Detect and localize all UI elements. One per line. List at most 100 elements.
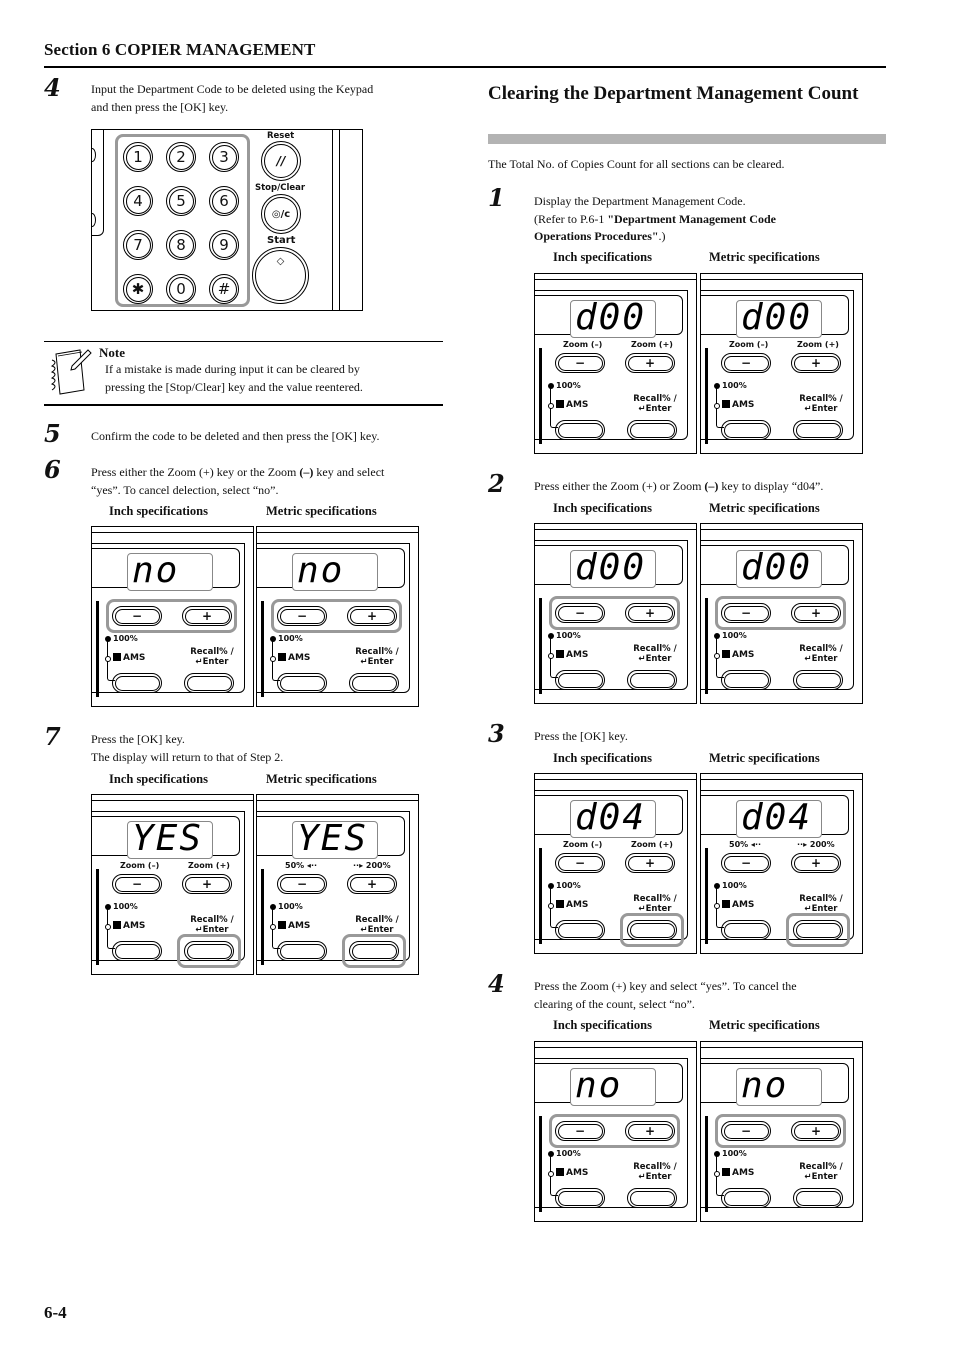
zoom-plus-key[interactable]: + xyxy=(791,603,841,623)
ams-key[interactable] xyxy=(277,673,327,693)
recall-enter-key[interactable] xyxy=(349,941,399,961)
ams-key[interactable] xyxy=(277,941,327,961)
metric-spec-label: Metric specifications xyxy=(709,1018,820,1032)
recall-enter-key[interactable] xyxy=(627,420,677,440)
keypad-key[interactable]: 3 xyxy=(209,142,239,172)
zoom-plus-key[interactable]: + xyxy=(625,353,675,373)
section-intro: The Total No. of Copies Count for all se… xyxy=(488,157,785,171)
step-text: Press either the Zoom (+) or Zoom (–) ke… xyxy=(534,478,823,496)
recall-enter-key[interactable] xyxy=(793,1188,843,1208)
pct100-label: 100% xyxy=(556,631,581,640)
keypad-key[interactable]: 5 xyxy=(166,186,196,216)
step-text-line: and then press the [OK] key. xyxy=(91,99,229,114)
zoom-plus-key[interactable]: + xyxy=(625,603,675,623)
zoom-plus-key[interactable]: + xyxy=(347,874,397,894)
zoom-plus-key[interactable]: + xyxy=(791,853,841,873)
step-text-line: The display will return to that of Step … xyxy=(91,749,284,764)
ams-key[interactable] xyxy=(721,420,771,440)
keypad-key[interactable]: ✱ xyxy=(123,274,153,304)
keypad-key[interactable]: 1 xyxy=(123,142,153,172)
zoom-plus-key[interactable]: + xyxy=(625,853,675,873)
enter-label: ↵Enter xyxy=(804,404,838,414)
cross-reference-link: "Department Management Code xyxy=(607,211,776,226)
lcd-display-value: no xyxy=(297,550,345,591)
recall-enter-key[interactable] xyxy=(627,920,677,940)
keypad-key-label: 5 xyxy=(176,192,186,210)
step-number: 7 xyxy=(44,722,61,751)
start-label: Start xyxy=(267,235,296,246)
recall-enter-key[interactable] xyxy=(184,673,234,693)
plus-icon: + xyxy=(644,1124,656,1138)
ams-key[interactable] xyxy=(555,1188,605,1208)
ams-key[interactable] xyxy=(721,920,771,940)
plus-icon: + xyxy=(810,856,822,870)
zoom-minus-key[interactable]: − xyxy=(277,874,327,894)
zoom-plus-key[interactable]: + xyxy=(791,1121,841,1141)
zoom-plus-key[interactable]: + xyxy=(182,606,232,626)
reset-key[interactable]: // xyxy=(261,141,301,181)
recall-label: Recall% / xyxy=(355,915,399,925)
ams-key[interactable] xyxy=(721,1188,771,1208)
zoom-minus-key[interactable]: − xyxy=(555,853,605,873)
recall-enter-key[interactable] xyxy=(793,920,843,940)
lcd-display-value: YES xyxy=(297,818,369,859)
zoom-plus-key[interactable]: + xyxy=(347,606,397,626)
recall-label: Recall% / xyxy=(190,915,234,925)
recall-enter-key[interactable] xyxy=(184,941,234,961)
step-text-part: (–) xyxy=(704,479,719,493)
zoom-minus-key[interactable]: − xyxy=(721,603,771,623)
plus-icon: + xyxy=(810,1124,822,1138)
recall-enter-key[interactable] xyxy=(627,670,677,690)
stop-clear-icon: ◎/c xyxy=(271,208,291,220)
panel-top-line xyxy=(701,529,862,530)
zoom-plus-key[interactable]: + xyxy=(791,353,841,373)
recall-enter-label: Recall% / ↵Enter xyxy=(187,647,237,667)
panel-divider xyxy=(332,130,334,310)
zoom-minus-key[interactable]: − xyxy=(555,353,605,373)
zoom-minus-key[interactable]: − xyxy=(555,603,605,623)
start-key[interactable]: ◇ xyxy=(252,247,309,304)
zoom-minus-key[interactable]: − xyxy=(112,606,162,626)
lcd-display-value: d04 xyxy=(575,797,647,838)
panel-top-line xyxy=(701,779,862,780)
zoom-minus-key[interactable]: − xyxy=(721,353,771,373)
ams-icon xyxy=(556,400,564,408)
pct100-label: 100% xyxy=(278,902,303,911)
recall-enter-key[interactable] xyxy=(793,420,843,440)
keypad-key[interactable]: 4 xyxy=(123,186,153,216)
keypad-key[interactable]: 6 xyxy=(209,186,239,216)
step-number: 4 xyxy=(44,73,61,102)
keypad-key[interactable]: 2 xyxy=(166,142,196,172)
keypad-key[interactable]: 9 xyxy=(209,230,239,260)
ams-key[interactable] xyxy=(112,673,162,693)
zoom-minus-key[interactable]: − xyxy=(721,853,771,873)
stop-clear-key[interactable]: ◎/c xyxy=(261,194,301,234)
keypad-key[interactable]: 7 xyxy=(123,230,153,260)
indicator-led-off xyxy=(270,924,276,930)
keypad-key-label: 8 xyxy=(176,236,186,254)
ams-key[interactable] xyxy=(555,920,605,940)
keypad-key[interactable]: # xyxy=(209,274,239,304)
zoom-minus-key[interactable]: − xyxy=(555,1121,605,1141)
recall-label: Recall% / xyxy=(633,1162,677,1172)
ams-key[interactable] xyxy=(721,670,771,690)
recall-enter-key[interactable] xyxy=(349,673,399,693)
ams-label: AMS xyxy=(722,900,754,910)
step-text: Press the [OK] key. xyxy=(534,729,628,743)
zoom-minus-key[interactable]: − xyxy=(721,1121,771,1141)
note-rule-bottom xyxy=(44,404,443,406)
keypad-key[interactable]: 8 xyxy=(166,230,196,260)
ams-key[interactable] xyxy=(555,420,605,440)
ams-key[interactable] xyxy=(555,670,605,690)
zoom-minus-key[interactable]: − xyxy=(112,874,162,894)
recall-enter-key[interactable] xyxy=(793,670,843,690)
zoom-plus-key[interactable]: + xyxy=(625,1121,675,1141)
lcd-display-value: d00 xyxy=(575,547,647,588)
zoom-plus-key[interactable]: + xyxy=(182,874,232,894)
pct100-label: 100% xyxy=(722,631,747,640)
recall-enter-key[interactable] xyxy=(627,1188,677,1208)
keypad-key[interactable]: 0 xyxy=(166,274,196,304)
zoom-minus-key[interactable]: − xyxy=(277,606,327,626)
indicator-led-off xyxy=(548,1171,554,1177)
ams-key[interactable] xyxy=(112,941,162,961)
